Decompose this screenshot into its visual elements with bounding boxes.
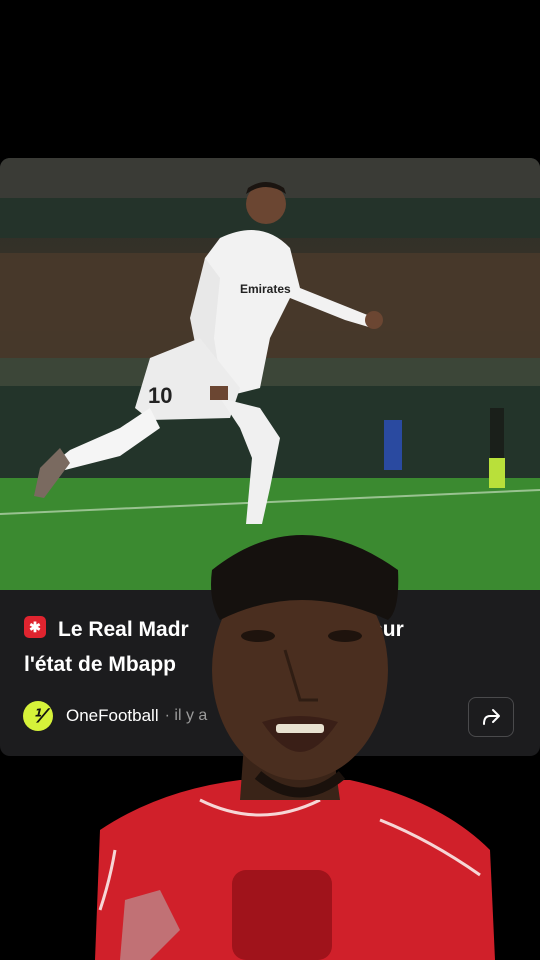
article-hero-image[interactable]: 10 Emirates bbox=[0, 158, 540, 590]
share-icon bbox=[483, 709, 500, 725]
onefootball-logo: ⅟ bbox=[23, 701, 53, 731]
article-source[interactable]: ⅟ OneFootball · il y a bbox=[23, 700, 207, 732]
svg-text:10: 10 bbox=[148, 383, 172, 408]
news-alert-icon: ✱ bbox=[24, 616, 46, 639]
published-time: · il y a bbox=[164, 707, 208, 724]
svg-text:Emirates: Emirates bbox=[240, 282, 291, 296]
football-player-photo: 10 Emirates bbox=[0, 158, 540, 590]
share-button[interactable] bbox=[468, 697, 514, 737]
news-card[interactable]: 10 Emirates ✱ Le Real Madr ue sur l'état de… bbox=[0, 158, 540, 756]
source-name: OneFootball bbox=[66, 706, 159, 725]
article-title[interactable]: ✱ Le Real Madr ue sur l'état de Mbapp bbox=[24, 612, 514, 682]
